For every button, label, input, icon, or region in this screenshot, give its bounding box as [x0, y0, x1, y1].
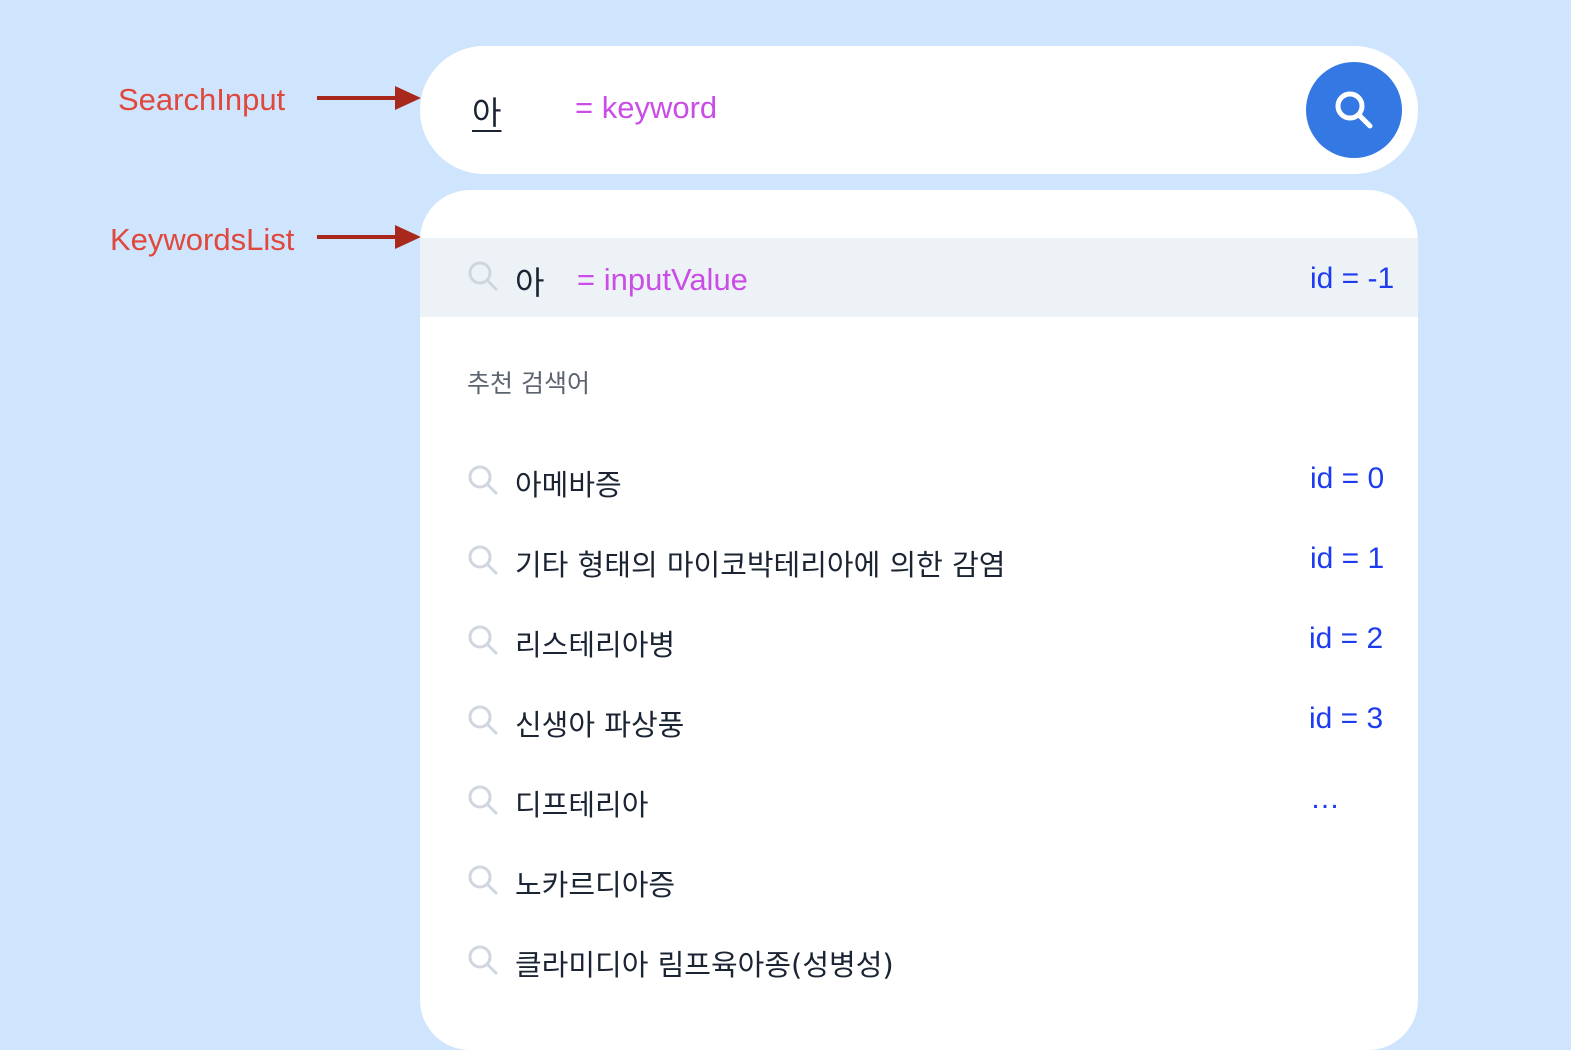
id-label: id = 2	[1309, 622, 1384, 655]
arrow-right-icon	[317, 225, 421, 249]
keyword-text: 클라미디아 림프육아종(성병성)	[515, 948, 894, 982]
search-icon	[468, 465, 498, 495]
search-icon	[1335, 91, 1373, 129]
keyword-text: 신생아 파상풍	[515, 708, 685, 742]
id-label: id = -1	[1310, 262, 1395, 295]
input-value-note: = inputValue	[577, 262, 748, 297]
keyword-item[interactable]: 신생아 파상풍 id = 3	[420, 690, 1418, 750]
annotation-search-input: SearchInput	[118, 82, 286, 117]
search-button[interactable]	[1306, 62, 1402, 158]
keyword-text: 리스테리아병	[515, 628, 676, 662]
section-title: 추천 검색어	[467, 369, 590, 398]
arrow-right-icon	[317, 86, 421, 110]
keyword-item[interactable]: 디프테리아 …	[420, 770, 1418, 830]
search-input[interactable]: 아 = keyword	[420, 46, 1418, 174]
search-icon	[468, 705, 498, 735]
keyword-text: 노카르디아증	[515, 868, 676, 902]
id-label: id = 3	[1309, 702, 1384, 735]
current-input-text: 아	[515, 264, 545, 302]
keyword-item[interactable]: 아메바증 id = 0	[420, 450, 1418, 510]
keyword-text: 디프테리아	[515, 788, 649, 822]
keyword-note: = keyword	[575, 90, 718, 125]
keywords-list: 아 = inputValue id = -1 추천 검색어 아메바증 id = 0…	[420, 190, 1418, 1050]
id-label: id = 1	[1310, 542, 1385, 575]
id-label: …	[1310, 782, 1340, 815]
search-icon	[468, 545, 498, 575]
keyword-item[interactable]: 클라미디아 림프육아종(성병성)	[420, 930, 1418, 990]
keyword-item[interactable]: 기타 형태의 마이코박테리아에 의한 감염 id = 1	[420, 530, 1418, 590]
search-icon	[468, 261, 498, 291]
search-icon	[468, 625, 498, 655]
keyword-text: 기타 형태의 마이코박테리아에 의한 감염	[515, 548, 1006, 582]
search-icon	[468, 865, 498, 895]
id-label: id = 0	[1310, 462, 1385, 495]
keyword-item[interactable]: 노카르디아증	[420, 850, 1418, 910]
keyword-item-current[interactable]: 아 = inputValue id = -1	[420, 238, 1418, 317]
search-input-value[interactable]: 아	[472, 88, 501, 134]
keyword-item[interactable]: 리스테리아병 id = 2	[420, 610, 1418, 670]
search-icon	[468, 945, 498, 975]
annotation-keywords-list: KeywordsList	[110, 222, 295, 257]
keyword-text: 아메바증	[515, 468, 622, 502]
search-icon	[468, 785, 498, 815]
